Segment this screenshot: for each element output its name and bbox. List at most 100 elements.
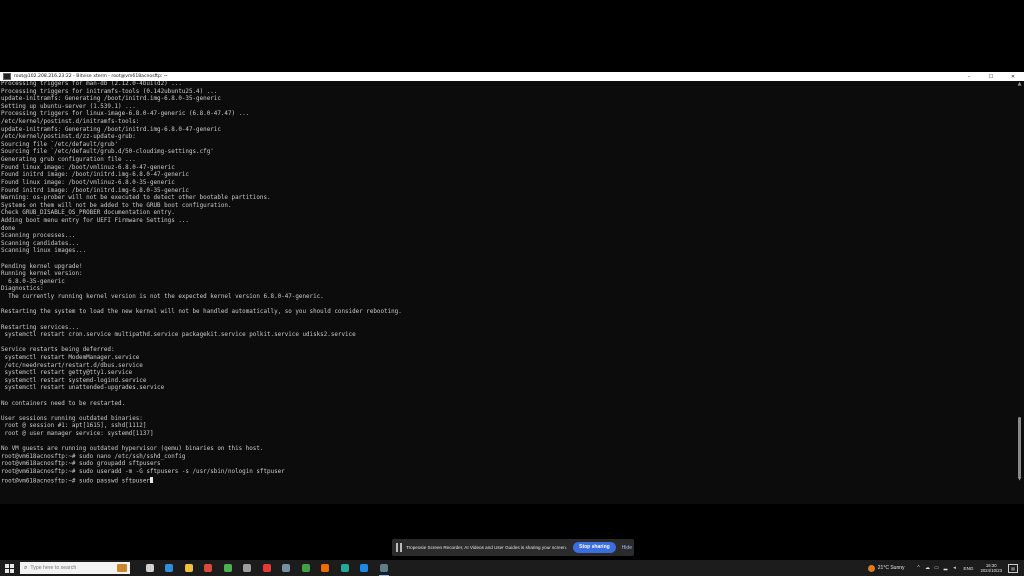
terminal-line: 6.8.0-35-generic (1, 278, 65, 285)
minimize-button[interactable]: – (958, 72, 980, 81)
terminal-line: Adding boot menu entry for UEFI Firmware… (1, 217, 189, 224)
cloud-icon[interactable]: ☁ (924, 565, 932, 571)
terminal-line: Check GRUB_DISABLE_OS_PROBER documentati… (1, 210, 175, 217)
terminal-line: The currently running kernel version is … (1, 294, 324, 301)
terminal-line: No containers need to be restarted. (1, 400, 126, 407)
windows-start-icon[interactable] (0, 560, 18, 576)
weather-sun-icon[interactable] (867, 564, 875, 572)
taskbar-app-file-explorer[interactable] (179, 560, 199, 576)
taskbar-app-chrome[interactable] (218, 560, 238, 576)
acrobat-icon (262, 564, 271, 572)
terminal-line: Sourcing file `/etc/default/grub' (1, 141, 119, 148)
app-gray-icon (243, 564, 252, 572)
search-input[interactable] (27, 565, 94, 571)
windows-taskbar: ⌕ 21°C Sunny ^ ☁ ▭ ▂ ◂ ENG 16:30 2024/10… (0, 560, 1024, 576)
terminal-line: root@vm618acnosftp:~# sudo passwd sftpus… (0, 476, 1012, 483)
scrollbar-thumb[interactable] (1018, 417, 1021, 477)
window-controls: – ☐ ✕ (958, 72, 1024, 81)
terminal-line: update-initramfs: Generating /boot/initr… (1, 96, 221, 103)
terminal-line: Restarting services... (1, 324, 80, 331)
taskbar-apps (140, 560, 394, 576)
terminal-line: Diagnostics: (1, 286, 44, 293)
taskbar-app-app-gray[interactable] (238, 560, 258, 576)
app-green-icon (301, 564, 310, 572)
terminal-line: Setting up ubuntu-server (1.539.1) ... (1, 103, 136, 110)
scroll-down-icon[interactable]: ▼ (1016, 476, 1023, 483)
stop-sharing-button[interactable]: Stop sharing (573, 542, 616, 553)
terminal-output[interactable]: Processing triggers for man-db (2.12.0-4… (0, 81, 1012, 483)
taskbar-app-acrobat[interactable] (257, 560, 277, 576)
terminal-line: root@vm618acnosftp:~# sudo nano /etc/ssh… (1, 453, 186, 460)
screen-sharing-banner: Tropeosie Screen Recorder, AI Videos and… (392, 539, 634, 556)
terminal-line: Generating grub configuration file ... (1, 157, 136, 164)
terminal-line: User sessions running outdated binaries: (1, 415, 143, 422)
remote-desktop-screen: root@102.208.216.23:22 - Bitvise xterm -… (0, 72, 1024, 576)
language-indicator[interactable]: ENG (964, 566, 974, 571)
maximize-button[interactable]: ☐ (980, 72, 1002, 81)
terminal-line: Running kernel version: (1, 271, 83, 278)
terminal-line: systemctl restart getty@tty1.service (1, 370, 133, 377)
terminal-line: /etc/needrestart/restart.d/dbus.service (1, 362, 143, 369)
app-blue-icon (360, 564, 369, 572)
file-explorer-icon (184, 564, 193, 572)
close-button[interactable]: ✕ (1002, 72, 1024, 81)
terminal-line: systemctl restart cron.service multipath… (1, 332, 356, 339)
terminal-line: Processing triggers for linux-image-6.8.… (1, 111, 250, 118)
terminal-line: done (1, 225, 16, 232)
window-title: root@102.208.216.23:22 - Bitvise xterm -… (14, 74, 168, 79)
network-icon[interactable]: ▂ (942, 565, 950, 571)
terminal-scrollbar[interactable]: ▲ ▼ (1015, 81, 1024, 483)
pause-icon[interactable] (396, 543, 402, 552)
chrome-icon (223, 564, 232, 572)
taskbar-app-app-blue[interactable] (355, 560, 375, 576)
display-icon[interactable]: ▭ (933, 565, 941, 571)
terminal-line: Pending kernel upgrade! (1, 263, 83, 270)
terminal-title-bar[interactable]: root@102.208.216.23:22 - Bitvise xterm -… (0, 72, 1024, 81)
terminal-line: Found linux image: /boot/vmlinuz-6.8.0-4… (1, 164, 175, 171)
taskbar-search-box[interactable]: ⌕ (20, 562, 130, 574)
taskbar-app-app-green[interactable] (296, 560, 316, 576)
terminal-line: update-initramfs: Generating /boot/initr… (1, 126, 221, 133)
task-view-icon (145, 564, 154, 572)
taskbar-app-app-teal[interactable] (335, 560, 355, 576)
bitvise-terminal-icon (379, 564, 388, 572)
taskbar-app-edge[interactable] (160, 560, 180, 576)
terminal-line: Processing triggers for initramfs-tools … (1, 88, 218, 95)
notification-icon[interactable]: ▤ (1008, 563, 1018, 573)
volume-icon[interactable]: ◂ (951, 565, 959, 571)
taskbar-clock[interactable]: 16:30 2024/10/23 (980, 563, 1002, 574)
taskbar-app-app-orange[interactable] (316, 560, 336, 576)
terminal-line: Service restarts being deferred: (1, 347, 115, 354)
terminal-line: Found initrd image: /boot/initrd.img-6.8… (1, 187, 189, 194)
chevron-up-icon[interactable]: ^ (915, 565, 923, 571)
terminal-line: systemctl restart systemd-logind.service (1, 377, 147, 384)
terminal-line: Systems on them will not be added to the… (1, 202, 232, 209)
scroll-up-icon[interactable]: ▲ (1016, 81, 1023, 88)
terminal-line: /etc/kernel/postinst.d/zz-update-grub: (1, 134, 136, 141)
taskbar-app-app-monitor[interactable] (277, 560, 297, 576)
taskbar-app-bitvise-terminal[interactable] (374, 560, 394, 576)
terminal-line: Found linux image: /boot/vmlinuz-6.8.0-3… (1, 179, 175, 186)
terminal-line: Scanning linux images... (1, 248, 87, 255)
weather-text[interactable]: 21°C Sunny (878, 565, 905, 571)
hide-link[interactable]: Hide (622, 545, 632, 551)
search-highlight-icon (117, 564, 127, 572)
taskbar-app-app-red[interactable] (199, 560, 219, 576)
terminal-line: root@vm618acnosftp:~# sudo groupadd sftp… (1, 461, 161, 468)
terminal-line: Found initrd image: /boot/initrd.img-6.8… (1, 172, 189, 179)
terminal-line: root@vm618acnosftp:~# sudo useradd -m -G… (1, 469, 285, 476)
terminal-line: root @ user manager service: systemd[113… (1, 431, 154, 438)
app-red-icon (204, 564, 213, 572)
sharing-message: Tropeosie Screen Recorder, AI Videos and… (406, 545, 568, 550)
taskbar-app-task-view[interactable] (140, 560, 160, 576)
terminal-line: /etc/kernel/postinst.d/initramfs-tools: (1, 119, 140, 126)
terminal-line: Restarting the system to load the new ke… (1, 309, 402, 316)
terminal-line: Sourcing file `/etc/default/grub.d/50-cl… (1, 149, 214, 156)
